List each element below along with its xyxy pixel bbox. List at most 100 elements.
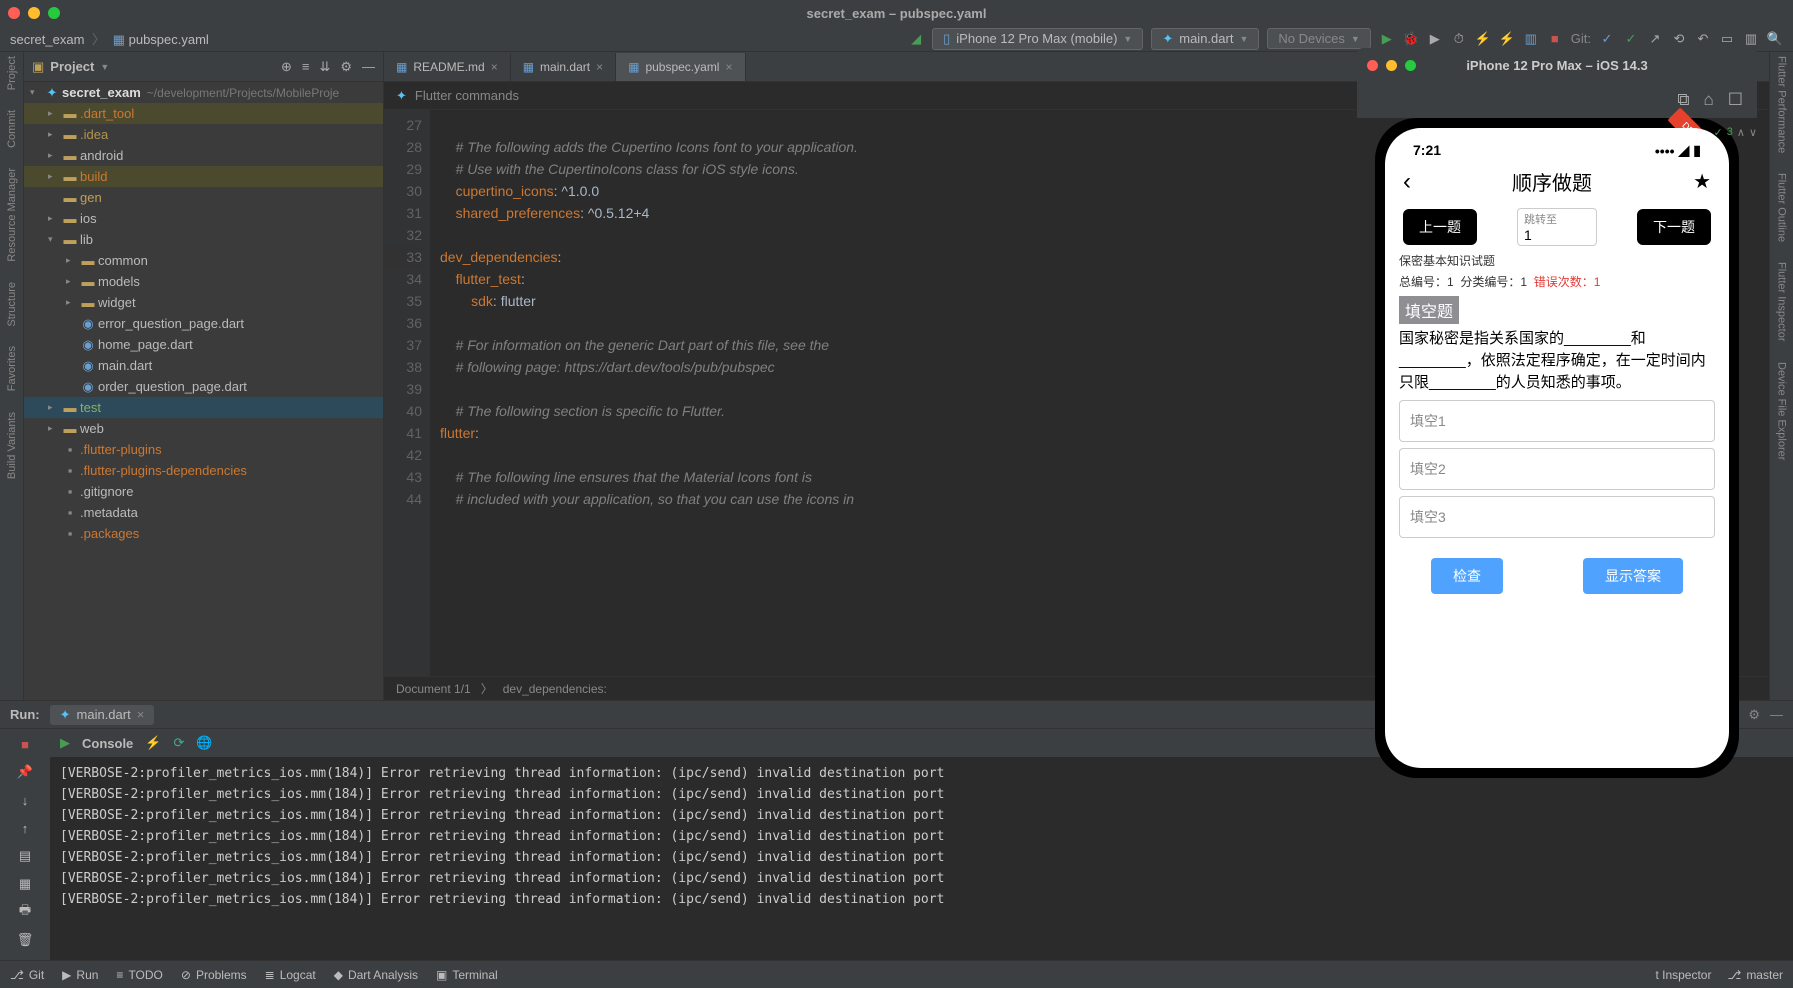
tree-item-web[interactable]: ▸▬web xyxy=(24,418,383,439)
collapse-icon[interactable]: ≡ xyxy=(302,59,310,75)
tree-item-main-dart[interactable]: ◉main.dart xyxy=(24,355,383,376)
tool-commit[interactable]: Commit xyxy=(6,110,18,148)
prev-button[interactable]: 上一题 xyxy=(1403,209,1477,245)
chevron-icon[interactable]: ▸ xyxy=(66,276,80,287)
up-icon[interactable]: ↑ xyxy=(16,819,34,837)
hammer-icon[interactable]: ◢ xyxy=(908,31,924,47)
blank-input-2[interactable]: 填空2 xyxy=(1399,448,1715,490)
bottom-dart[interactable]: ◆Dart Analysis xyxy=(334,968,418,982)
close-window-icon[interactable] xyxy=(8,7,20,19)
lightning-icon[interactable]: ⚡ xyxy=(145,735,161,751)
chevron-icon[interactable]: ▸ xyxy=(48,213,62,224)
gear-icon[interactable]: ⚙ xyxy=(340,59,352,75)
close-icon[interactable]: × xyxy=(491,60,498,74)
show-answer-button[interactable]: 显示答案 xyxy=(1583,558,1683,594)
breadcrumb-file[interactable]: pubspec.yaml xyxy=(129,32,209,47)
lightning-icon[interactable]: ⚡ xyxy=(1499,31,1515,47)
tree-item-widget[interactable]: ▸▬widget xyxy=(24,292,383,313)
run-file-tab[interactable]: ✦ main.dart × xyxy=(50,705,155,725)
tab-pubspec-yaml[interactable]: ▦pubspec.yaml× xyxy=(616,53,745,81)
tool-flutter-performance[interactable]: Flutter Performance xyxy=(1776,56,1788,153)
blank-input-1[interactable]: 填空1 xyxy=(1399,400,1715,442)
tree-item-common[interactable]: ▸▬common xyxy=(24,250,383,271)
stop-icon[interactable]: ■ xyxy=(1547,31,1563,47)
tab-main-dart[interactable]: ▦main.dart× xyxy=(511,53,616,81)
bottom-todo[interactable]: ≡TODO xyxy=(116,968,162,982)
trash-icon[interactable]: 🗑 xyxy=(16,931,34,949)
chevron-icon[interactable]: ▸ xyxy=(48,423,62,434)
project-tree[interactable]: ▾ ✦ secret_exam ~/development/Projects/M… xyxy=(24,82,383,700)
tree-item-lib[interactable]: ▾▬lib xyxy=(24,229,383,250)
history-icon[interactable]: ⟲ xyxy=(1671,31,1687,47)
tree-item-home-page-dart[interactable]: ◉home_page.dart xyxy=(24,334,383,355)
analysis-indicator[interactable]: ✓ 3 ∧ ∨ xyxy=(1714,120,1757,144)
chevron-icon[interactable]: ▸ xyxy=(48,129,62,140)
debug-icon[interactable]: 🐞 xyxy=(1403,31,1419,47)
maximize-window-icon[interactable] xyxy=(48,7,60,19)
console-play-icon[interactable]: ▶ xyxy=(60,735,70,751)
minimize-icon[interactable] xyxy=(1386,60,1397,71)
chevron-up-icon[interactable]: ∧ xyxy=(1737,126,1745,139)
star-icon[interactable]: ★ xyxy=(1693,169,1711,194)
traffic-lights[interactable] xyxy=(8,7,60,19)
profile-icon[interactable]: ⏱ xyxy=(1451,31,1467,47)
chevron-icon[interactable]: ▾ xyxy=(48,234,62,245)
breadcrumb[interactable]: secret_exam 〉 ▦ pubspec.yaml xyxy=(10,29,209,48)
devtools-icon[interactable]: ▥ xyxy=(1523,31,1539,47)
tree-item--flutter-plugins[interactable]: ▪.flutter-plugins xyxy=(24,439,383,460)
git-push-icon[interactable]: ↗ xyxy=(1647,31,1663,47)
layout-icon[interactable]: ▦ xyxy=(16,875,34,893)
close-icon[interactable] xyxy=(1367,60,1378,71)
tool-build-variants[interactable]: Build Variants xyxy=(6,412,18,479)
tree-item-order-question-page-dart[interactable]: ◉order_question_page.dart xyxy=(24,376,383,397)
jump-input[interactable]: 跳转至 1 xyxy=(1517,208,1597,246)
chevron-icon[interactable]: ▸ xyxy=(48,108,62,119)
tool-project[interactable]: Project xyxy=(6,56,18,90)
chevron-down-icon[interactable]: ▼ xyxy=(100,62,109,72)
bottom-git[interactable]: ⎇Git xyxy=(10,968,44,982)
close-icon[interactable]: × xyxy=(596,60,603,74)
chevron-icon[interactable]: ▸ xyxy=(66,297,80,308)
crumb-path[interactable]: dev_dependencies: xyxy=(503,682,607,696)
tree-item-gen[interactable]: ▬gen xyxy=(24,187,383,208)
hide-icon[interactable]: — xyxy=(362,59,375,75)
tree-item-error-question-page-dart[interactable]: ◉error_question_page.dart xyxy=(24,313,383,334)
coverage-icon[interactable]: ▶ xyxy=(1427,31,1443,47)
bottom-inspector[interactable]: t Inspector xyxy=(1655,968,1711,982)
tree-item-android[interactable]: ▸▬android xyxy=(24,145,383,166)
tree-item--packages[interactable]: ▪.packages xyxy=(24,523,383,544)
bottom-terminal[interactable]: ▣Terminal xyxy=(436,968,498,982)
console-output[interactable]: [VERBOSE-2:profiler_metrics_ios.mm(184)]… xyxy=(50,757,1793,960)
bottom-master[interactable]: ⎇master xyxy=(1727,968,1783,982)
maximize-icon[interactable] xyxy=(1405,60,1416,71)
no-devices[interactable]: No Devices ▼ xyxy=(1267,28,1370,49)
tool-flutter-outline[interactable]: Flutter Outline xyxy=(1776,173,1788,242)
tool-favorites[interactable]: Favorites xyxy=(6,346,18,391)
git-update-icon[interactable]: ✓ xyxy=(1599,31,1615,47)
tree-item--metadata[interactable]: ▪.metadata xyxy=(24,502,383,523)
pin-icon[interactable]: 📌 xyxy=(16,763,34,781)
restart-icon[interactable]: ⟳ xyxy=(173,735,184,751)
chevron-icon[interactable]: ▸ xyxy=(66,255,80,266)
tool-resource-manager[interactable]: Resource Manager xyxy=(6,168,18,262)
tool-flutter-inspector[interactable]: Flutter Inspector xyxy=(1776,262,1788,341)
back-icon[interactable]: ‹ xyxy=(1403,168,1411,196)
minimize-window-icon[interactable] xyxy=(28,7,40,19)
tree-item--gitignore[interactable]: ▪.gitignore xyxy=(24,481,383,502)
multitask-icon[interactable]: ☐ xyxy=(1728,90,1743,110)
tool-device-explorer[interactable]: Device File Explorer xyxy=(1776,362,1788,460)
tool-structure[interactable]: Structure xyxy=(6,282,18,327)
search-icon[interactable]: 🔍 xyxy=(1767,31,1783,47)
tree-item--idea[interactable]: ▸▬.idea xyxy=(24,124,383,145)
tree-root[interactable]: ▾ ✦ secret_exam ~/development/Projects/M… xyxy=(24,82,383,103)
bottom-problems[interactable]: ⊘Problems xyxy=(181,968,247,982)
expand-icon[interactable]: ⇊ xyxy=(319,59,330,75)
rerun-icon[interactable]: ■ xyxy=(16,735,34,753)
screenshot-icon[interactable]: ▤ xyxy=(16,847,34,865)
breadcrumb-project[interactable]: secret_exam xyxy=(10,32,84,47)
device-screen[interactable]: 7:21 •••• ◢ ▮ ‹ 顺序做题 ★ 上一题 跳转至 1 下一题 xyxy=(1385,128,1729,768)
chevron-down-icon[interactable]: ▾ xyxy=(30,87,44,98)
sdk-icon[interactable]: ▥ xyxy=(1743,31,1759,47)
chevron-icon[interactable]: ▸ xyxy=(48,402,62,413)
avd-icon[interactable]: ▭ xyxy=(1719,31,1735,47)
